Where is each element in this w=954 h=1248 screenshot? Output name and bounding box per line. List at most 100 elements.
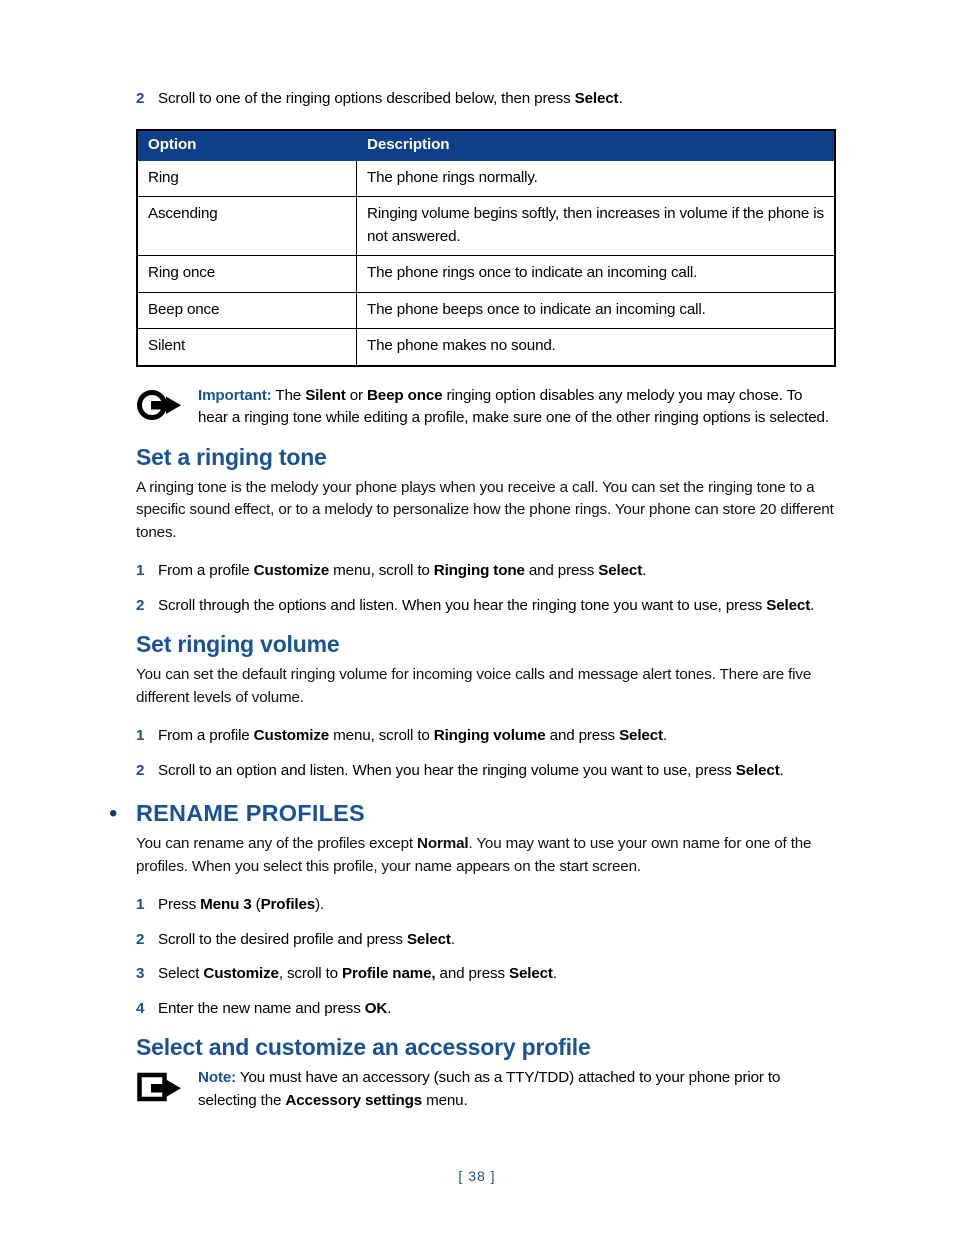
step-number: 1 xyxy=(136,727,145,744)
set-ringing-volume-step-2: 2 Scroll to an option and listen. When y… xyxy=(136,760,836,783)
step-number: 3 xyxy=(136,965,145,982)
table-cell-description: The phone rings normally. xyxy=(356,159,836,197)
rename-b1: Normal xyxy=(417,835,469,852)
step-text-before: Scroll to one of the ringing options des… xyxy=(158,90,575,107)
rename-profiles-heading-row: • RENAME PROFILES xyxy=(109,800,836,827)
step-t1: Select xyxy=(158,965,204,982)
step-t2: , scroll to xyxy=(278,965,343,982)
step-t1: Scroll to an option and listen. When you… xyxy=(158,761,736,779)
table-row: Ring The phone rings normally. xyxy=(136,159,836,197)
rename-profiles-step-2: 2 Scroll to the desired profile and pres… xyxy=(136,929,836,952)
ringing-options-table: Option Description Ring The phone rings … xyxy=(136,128,836,367)
table-spacer-top xyxy=(136,111,836,129)
step-b2: Ringing tone xyxy=(433,562,525,579)
table-header-option: Option xyxy=(136,129,357,161)
rename-profiles-paragraph: You can rename any of the profiles excep… xyxy=(136,833,836,878)
step-t2: . xyxy=(810,596,815,614)
step-t2: menu, scroll to xyxy=(329,727,434,744)
important-note-spacer xyxy=(136,367,836,385)
table-cell-option: Silent xyxy=(136,328,357,366)
page-number: [ 38 ] xyxy=(458,1168,496,1184)
step-text-bold: Select xyxy=(574,90,619,107)
step-b1: OK xyxy=(364,999,388,1017)
step-t2: menu, scroll to xyxy=(329,562,434,579)
heading-rename-profiles: RENAME PROFILES xyxy=(136,800,365,826)
step-b1: Customize xyxy=(203,965,279,982)
table-cell-description: Ringing volume begins softly, then incre… xyxy=(356,196,836,256)
table-cell-description: The phone beeps once to indicate an inco… xyxy=(356,291,836,329)
step-b2: Profile name, xyxy=(342,965,436,982)
step-t1: Scroll through the options and listen. W… xyxy=(158,596,767,614)
table-header-description: Description xyxy=(356,129,836,161)
note-b1: Accessory settings xyxy=(285,1091,422,1109)
step-t3: ). xyxy=(315,896,325,913)
note-label: Note: xyxy=(198,1069,237,1086)
step-t2: . xyxy=(387,999,392,1017)
step-b3: Select xyxy=(508,965,553,982)
document-page: 2 Scroll to one of the ringing options d… xyxy=(109,0,836,1248)
table-cell-option: Beep once xyxy=(136,291,357,329)
table-header-row: Option Description xyxy=(136,129,836,161)
important-b2: Beep once xyxy=(366,386,443,404)
important-p1: The xyxy=(271,386,306,404)
step-t1: From a profile xyxy=(158,562,254,579)
step-t3: and press xyxy=(545,727,620,744)
step-t4: . xyxy=(552,965,557,982)
step-text: Enter the new name and press OK. xyxy=(158,998,836,1021)
step-text: From a profile Customize menu, scroll to… xyxy=(158,560,836,583)
step-text-after: . xyxy=(618,90,623,107)
heading-set-a-ringing-tone: Set a ringing tone xyxy=(136,443,327,470)
step-number: 2 xyxy=(136,761,145,779)
table-row: Ascending Ringing volume begins softly, … xyxy=(136,196,836,256)
circle-arrow-right-icon xyxy=(136,385,198,426)
important-note: Important: The Silent or Beep once ringi… xyxy=(136,385,836,430)
set-ringing-volume-paragraph: You can set the default ringing volume f… xyxy=(136,666,812,706)
step-number: 1 xyxy=(136,562,145,579)
rename-profiles-step-3: 3 Select Customize, scroll to Profile na… xyxy=(136,963,836,986)
step-b2: Ringing volume xyxy=(433,727,546,744)
step-b3: Select xyxy=(598,562,643,579)
step-t1: Press xyxy=(158,896,201,913)
step-text: Scroll through the options and listen. W… xyxy=(158,595,836,618)
step-b3: Select xyxy=(619,727,663,744)
step-text: Scroll to the desired profile and press … xyxy=(158,929,836,952)
accessory-note: Note: You must have an accessory (such a… xyxy=(136,1067,836,1112)
step-b1: Select xyxy=(406,930,451,948)
table-cell-option: Ring once xyxy=(136,255,357,293)
heading-select-customize-accessory-profile: Select and customize an accessory profil… xyxy=(136,1034,591,1060)
top-spacer xyxy=(136,0,836,88)
intro-step: 2 Scroll to one of the ringing options d… xyxy=(136,88,836,111)
step-t1: From a profile xyxy=(158,727,254,744)
step-t2: ( xyxy=(251,896,261,913)
rename-profiles-step-4: 4 Enter the new name and press OK. xyxy=(136,998,836,1021)
rename-p1: You can rename any of the profiles excep… xyxy=(136,835,418,852)
set-ringing-volume-step-1: 1 From a profile Customize menu, scroll … xyxy=(136,725,836,748)
step-b1: Customize xyxy=(253,562,330,579)
note-p2: menu. xyxy=(422,1091,468,1109)
step-text: Select Customize, scroll to Profile name… xyxy=(158,963,836,986)
step-text: Scroll to one of the ringing options des… xyxy=(158,88,836,111)
accessory-note-text: Note: You must have an accessory (such a… xyxy=(198,1067,836,1112)
set-ringing-tone-paragraph: A ringing tone is the melody your phone … xyxy=(136,478,834,541)
step-t1: Scroll to the desired profile and press xyxy=(158,930,407,948)
step-text: Press Menu 3 (Profiles). xyxy=(158,894,836,917)
step-number: 1 xyxy=(136,896,145,913)
step-text: Scroll to an option and listen. When you… xyxy=(158,760,836,783)
important-note-text: Important: The Silent or Beep once ringi… xyxy=(198,385,836,430)
step-number: 2 xyxy=(136,930,145,948)
step-t3: and press xyxy=(524,562,599,579)
table-cell-option: Ring xyxy=(136,159,357,197)
step-number: 2 xyxy=(136,90,145,107)
important-b1: Silent xyxy=(305,386,346,404)
